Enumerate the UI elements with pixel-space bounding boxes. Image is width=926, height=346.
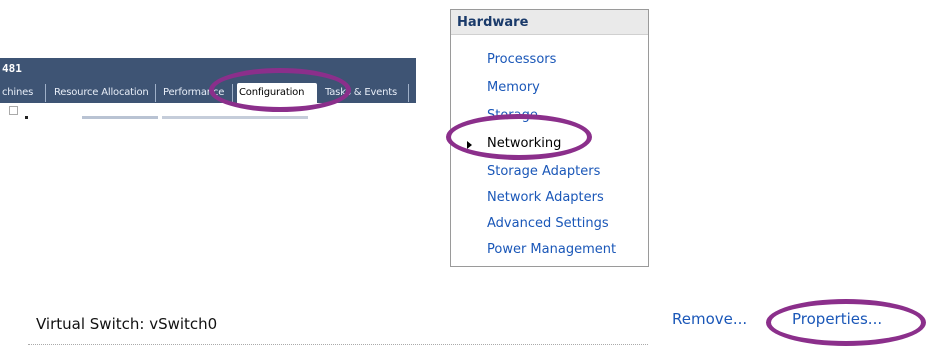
hardware-item-network-adapters[interactable]: Network Adapters [487, 190, 604, 205]
selected-arrow-icon [467, 141, 472, 149]
column-header-2 [162, 116, 308, 119]
hardware-panel: Hardware Processors Memory Storage Netwo… [450, 9, 649, 267]
tab-configuration[interactable]: Configuration [237, 83, 317, 103]
inventory-tab-panel: 481 chines Resource Allocation Performan… [0, 58, 416, 132]
tab-tasks-events[interactable]: Tasks & Events [323, 84, 409, 102]
hardware-item-processors[interactable]: Processors [487, 52, 556, 67]
hardware-item-storage-adapters[interactable]: Storage Adapters [487, 164, 600, 179]
hardware-header: Hardware [451, 10, 648, 35]
hardware-item-memory[interactable]: Memory [487, 80, 540, 95]
host-title: 481 [2, 62, 22, 75]
tab-resource-allocation[interactable]: Resource Allocation [52, 84, 156, 102]
virtual-switch-row: Virtual Switch: vSwitch0 Remove... Prope… [0, 300, 926, 346]
column-header-1 [82, 116, 158, 119]
row-checkbox[interactable] [9, 106, 18, 115]
properties-link[interactable]: Properties... [792, 310, 882, 328]
dotted-divider [28, 344, 648, 345]
hardware-item-networking[interactable]: Networking [487, 136, 561, 151]
hardware-item-advanced-settings[interactable]: Advanced Settings [487, 216, 609, 231]
tab-content-strip [0, 103, 416, 132]
tab-performance[interactable]: Performance [161, 84, 233, 102]
hardware-item-power-management[interactable]: Power Management [487, 242, 616, 257]
row-marker [25, 116, 28, 119]
hardware-item-storage[interactable]: Storage [487, 108, 538, 123]
host-title-bar: 481 [0, 58, 416, 82]
tab-strip: chines Resource Allocation Performance C… [0, 82, 416, 103]
virtual-switch-label: Virtual Switch: vSwitch0 [36, 315, 218, 333]
tab-virtual-machines[interactable]: chines [0, 84, 46, 102]
remove-link[interactable]: Remove... [672, 310, 747, 328]
